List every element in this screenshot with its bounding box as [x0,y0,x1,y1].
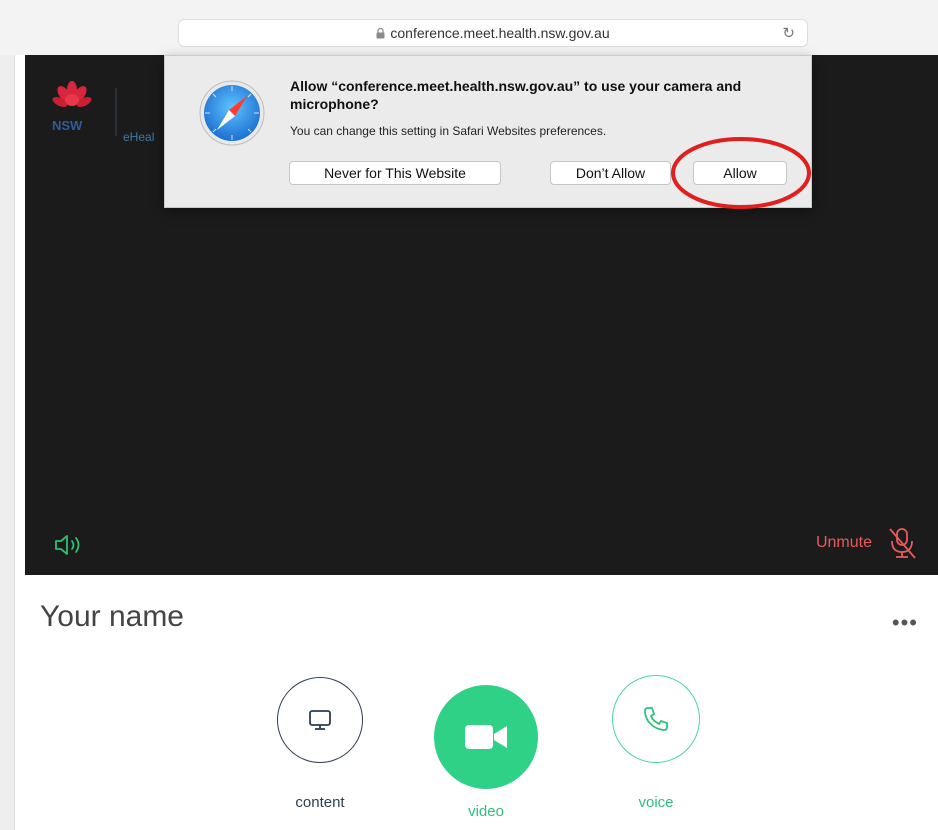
video-call-button[interactable] [434,685,538,789]
reload-icon[interactable]: ↻ [782,24,795,42]
left-gutter [0,55,15,830]
lock-icon [376,28,385,39]
voice-label: voice [638,794,674,811]
voice-call-button[interactable] [612,675,700,763]
phone-icon [644,707,668,731]
video-label: video [468,803,504,820]
address-bar[interactable]: conference.meet.health.nsw.gov.au ↻ [178,19,808,47]
safari-compass-icon [199,80,265,146]
participant-name-label: Your name [40,600,184,633]
nsw-logo-text: NSW [52,118,83,133]
dialog-title: Allow “conference.meet.health.nsw.gov.au… [290,78,742,112]
browser-toolbar: conference.meet.health.nsw.gov.au ↻ [0,0,938,55]
unmute-control[interactable]: Unmute [800,525,920,561]
allow-button[interactable]: Allow [693,161,787,185]
mic-off-icon [889,528,916,559]
never-for-this-website-button[interactable]: Never for This Website [289,161,501,185]
content-label: content [295,794,345,811]
unmute-label: Unmute [815,534,872,551]
dont-allow-button[interactable]: Don’t Allow [550,161,671,185]
video-camera-icon [465,725,507,749]
dialog-subtitle: You can change this setting in Safari We… [290,124,607,138]
content-share-button[interactable] [277,677,363,763]
speaker-icon[interactable] [54,534,90,556]
url-text: conference.meet.health.nsw.gov.au [390,25,610,41]
address-display: conference.meet.health.nsw.gov.au [179,25,807,41]
more-options-icon[interactable]: ••• [892,610,918,636]
monitor-icon [309,710,331,730]
ehealth-logo-text: eHeal [123,130,155,144]
camera-permission-dialog: Allow “conference.meet.health.nsw.gov.au… [164,55,812,208]
